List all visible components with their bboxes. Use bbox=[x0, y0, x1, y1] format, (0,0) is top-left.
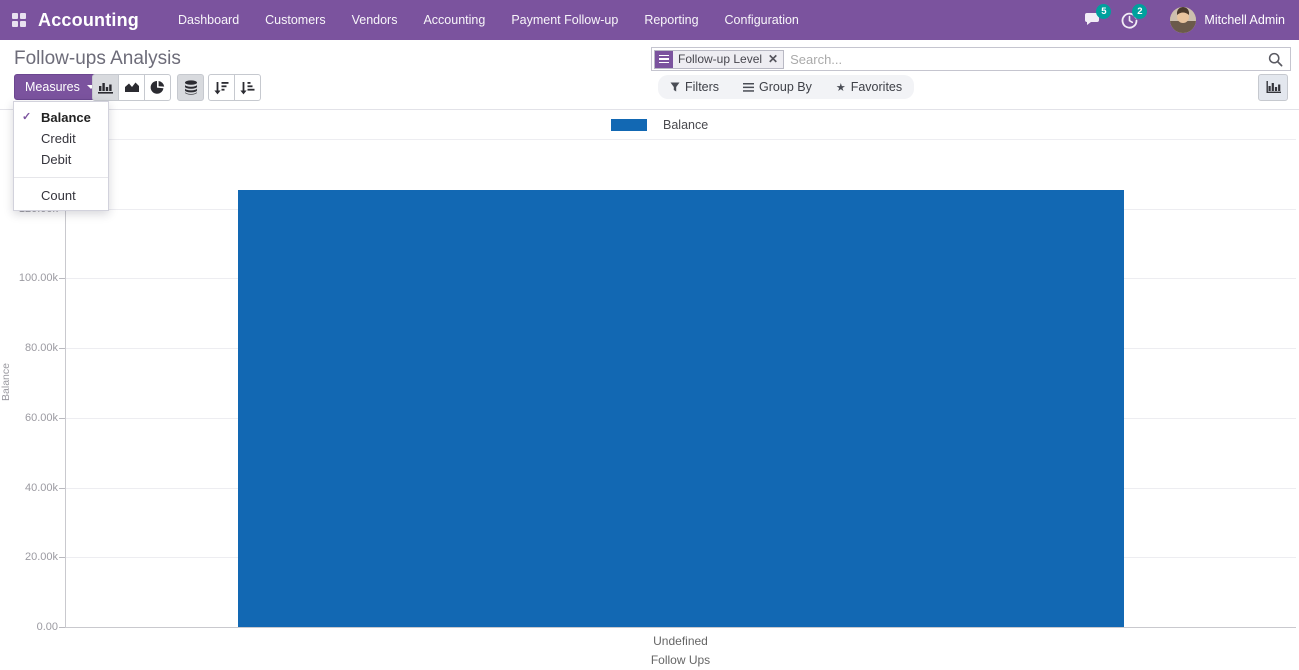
user-avatar bbox=[1170, 7, 1197, 33]
menu-configuration[interactable]: Configuration bbox=[712, 0, 812, 40]
user-menu[interactable]: Mitchell Admin bbox=[1154, 0, 1299, 40]
apps-menu-button[interactable] bbox=[0, 0, 38, 40]
y-tick-label: 40.00k bbox=[24, 482, 58, 494]
group-by-facet-icon bbox=[655, 50, 673, 68]
group-by-lines-icon bbox=[743, 82, 755, 92]
search-options-bar: Filters Group By ★ Favorites bbox=[658, 75, 915, 99]
chart-legend[interactable]: Balance bbox=[611, 118, 708, 132]
apps-grid-icon bbox=[12, 13, 26, 27]
search-facet-followup-level: Follow-up Level ✕ bbox=[654, 49, 785, 69]
stacked-button[interactable] bbox=[177, 74, 204, 101]
user-name: Mitchell Admin bbox=[1204, 13, 1285, 27]
systray: 5 2 Mitchell Admin bbox=[1082, 0, 1299, 40]
measure-option-label: Balance bbox=[41, 110, 91, 125]
sort-ascending-button[interactable] bbox=[234, 74, 261, 101]
odoo-accounting-screen: Accounting Dashboard Customers Vendors A… bbox=[0, 0, 1299, 670]
search-bar[interactable]: Follow-up Level ✕ Search... bbox=[651, 47, 1291, 71]
y-tick-label: 0.00 bbox=[36, 621, 58, 633]
menu-dashboard[interactable]: Dashboard bbox=[165, 0, 252, 40]
menu-vendors[interactable]: Vendors bbox=[339, 0, 411, 40]
filters-label: Filters bbox=[685, 80, 720, 94]
y-tick-label: 80.00k bbox=[24, 342, 58, 354]
activities-badge: 2 bbox=[1132, 4, 1148, 19]
x-axis-title: Follow Ups bbox=[650, 653, 711, 667]
gridline bbox=[65, 139, 1296, 140]
facet-label: Follow-up Level bbox=[678, 52, 763, 66]
filters-button[interactable]: Filters bbox=[670, 80, 719, 94]
main-menu: Dashboard Customers Vendors Accounting P… bbox=[165, 0, 812, 40]
bar-chart-icon bbox=[98, 83, 113, 94]
legend-label: Balance bbox=[663, 118, 709, 132]
check-icon: ✓ bbox=[22, 111, 32, 123]
measure-option-count[interactable]: Count bbox=[14, 185, 108, 206]
menu-reporting[interactable]: Reporting bbox=[631, 0, 711, 40]
measure-option-label: Count bbox=[41, 188, 76, 203]
facet-close-icon[interactable]: ✕ bbox=[767, 51, 783, 68]
search-icon[interactable] bbox=[1268, 52, 1283, 67]
y-axis-line bbox=[65, 139, 66, 627]
messages-button[interactable]: 5 bbox=[1082, 4, 1112, 31]
star-icon: ★ bbox=[835, 81, 846, 94]
sort-descending-button[interactable] bbox=[208, 74, 235, 101]
measures-dropdown-menu: ✓ Balance Credit Debit Count bbox=[13, 101, 109, 211]
line-chart-button[interactable] bbox=[118, 74, 145, 101]
pie-chart-button[interactable] bbox=[144, 74, 171, 101]
graph-view-switcher-button[interactable] bbox=[1258, 74, 1288, 101]
x-axis-line bbox=[65, 627, 1296, 628]
measure-option-label: Debit bbox=[41, 152, 72, 167]
graph-view: Balance Balance 0.00 20.00k 40.00k 60.00k 80… bbox=[0, 110, 1299, 670]
area-chart-icon bbox=[124, 82, 139, 92]
page-title: Follow-ups Analysis bbox=[14, 48, 181, 69]
sort-amount-asc-icon bbox=[240, 81, 255, 94]
graph-view-icon bbox=[1266, 81, 1281, 93]
messages-badge: 5 bbox=[1096, 4, 1112, 19]
y-tick-label: 100.00k bbox=[18, 272, 58, 284]
measure-option-credit[interactable]: Credit bbox=[14, 128, 108, 149]
search-input[interactable]: Search... bbox=[790, 52, 1268, 67]
control-panel: Follow-ups Analysis Follow-up Level ✕ Se… bbox=[0, 40, 1299, 110]
measures-button-label: Measures bbox=[25, 80, 80, 94]
y-axis-title: Balance bbox=[0, 363, 12, 401]
filter-funnel-icon bbox=[670, 82, 680, 92]
menu-divider bbox=[14, 177, 108, 178]
bar-chart-button[interactable] bbox=[92, 74, 119, 101]
measure-option-label: Credit bbox=[41, 131, 76, 146]
menu-payment-follow-up[interactable]: Payment Follow-up bbox=[498, 0, 631, 40]
sort-amount-desc-icon bbox=[214, 81, 229, 94]
stacked-database-icon bbox=[184, 80, 197, 95]
bar-undefined[interactable] bbox=[238, 190, 1124, 627]
legend-color-swatch bbox=[611, 119, 647, 131]
favorites-button[interactable]: ★ Favorites bbox=[836, 80, 902, 94]
top-navbar: Accounting Dashboard Customers Vendors A… bbox=[0, 0, 1299, 40]
group-by-button[interactable]: Group By bbox=[743, 80, 812, 94]
menu-customers[interactable]: Customers bbox=[252, 0, 338, 40]
y-tick-mark bbox=[59, 627, 65, 628]
y-tick-label: 60.00k bbox=[24, 412, 58, 424]
group-by-label: Group By bbox=[759, 80, 812, 94]
menu-accounting[interactable]: Accounting bbox=[410, 0, 498, 40]
y-tick-label: 20.00k bbox=[24, 551, 58, 563]
pie-chart-icon bbox=[150, 81, 165, 94]
measure-option-debit[interactable]: Debit bbox=[14, 149, 108, 170]
favorites-label: Favorites bbox=[850, 80, 903, 94]
activities-button[interactable]: 2 bbox=[1118, 4, 1148, 31]
chart-type-group bbox=[92, 74, 171, 101]
x-tick-label: Undefined bbox=[653, 634, 708, 648]
measure-option-balance[interactable]: ✓ Balance bbox=[14, 107, 108, 128]
app-name[interactable]: Accounting bbox=[38, 10, 139, 31]
stacked-toggle-group bbox=[177, 74, 204, 101]
sort-group bbox=[208, 74, 261, 101]
